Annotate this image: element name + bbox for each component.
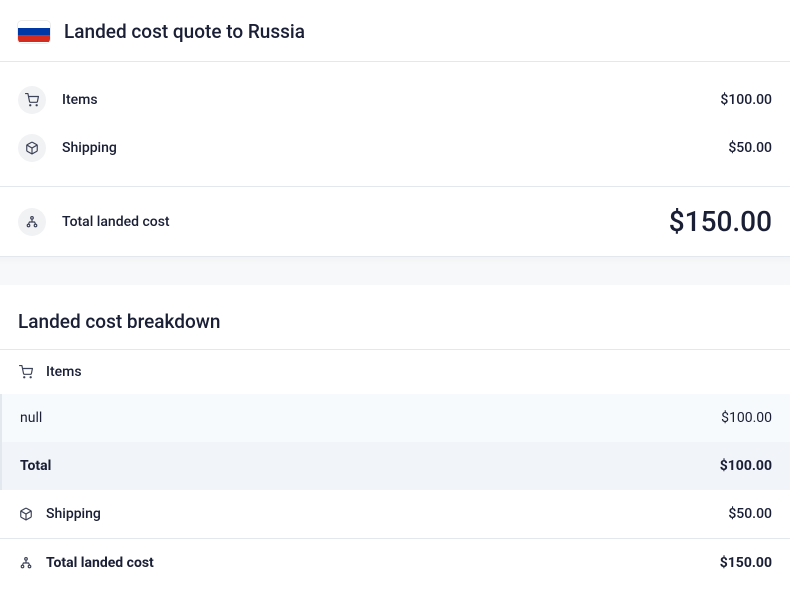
breakdown-shipping-row: Shipping $50.00 — [0, 490, 790, 538]
page-title: Landed cost quote to Russia — [64, 20, 305, 43]
breakdown-items-row: Items — [0, 350, 790, 394]
breakdown-item-label: null — [20, 410, 42, 426]
cart-icon — [18, 364, 34, 380]
total-value: $150.00 — [669, 205, 772, 238]
breakdown-total-row: Total landed cost $150.00 — [0, 539, 790, 587]
hierarchy-icon — [18, 555, 34, 571]
summary-items-row: Items $100.00 — [18, 76, 772, 124]
box-icon — [18, 506, 34, 522]
breakdown-title: Landed cost breakdown — [18, 310, 772, 333]
breakdown-items-total-value: $100.00 — [720, 458, 772, 474]
summary-items-label: Items — [62, 92, 98, 108]
summary-shipping-label: Shipping — [62, 140, 117, 156]
quote-header: Landed cost quote to Russia — [0, 0, 790, 61]
hierarchy-icon — [18, 208, 46, 236]
total-section: Total landed cost $150.00 — [0, 187, 790, 256]
breakdown-header: Landed cost breakdown — [0, 286, 790, 349]
total-label: Total landed cost — [62, 214, 170, 230]
summary-section: Items $100.00 Shipping $50.00 — [0, 62, 790, 186]
breakdown-shipping-label: Shipping — [46, 506, 101, 522]
summary-items-value: $100.00 — [720, 92, 772, 108]
section-gap — [0, 256, 790, 286]
breakdown-item-value: $100.00 — [721, 410, 772, 426]
breakdown-items-total-label: Total — [20, 458, 51, 474]
breakdown-section: Items null $100.00 Total $100.00 Shippin… — [0, 350, 790, 587]
breakdown-total-label: Total landed cost — [46, 555, 154, 571]
cart-icon — [18, 86, 46, 114]
box-icon — [18, 134, 46, 162]
flag-russia-icon — [18, 21, 50, 43]
breakdown-shipping-value: $50.00 — [728, 506, 772, 522]
breakdown-items-label: Items — [46, 364, 82, 380]
breakdown-items-subrows: null $100.00 Total $100.00 — [0, 394, 790, 490]
landed-cost-page: Landed cost quote to Russia Items $100.0… — [0, 0, 790, 587]
summary-shipping-row: Shipping $50.00 — [18, 124, 772, 172]
breakdown-total-value: $150.00 — [720, 555, 772, 571]
breakdown-item-line: null $100.00 — [2, 394, 790, 442]
breakdown-items-total-row: Total $100.00 — [2, 442, 790, 490]
summary-shipping-value: $50.00 — [728, 140, 772, 156]
